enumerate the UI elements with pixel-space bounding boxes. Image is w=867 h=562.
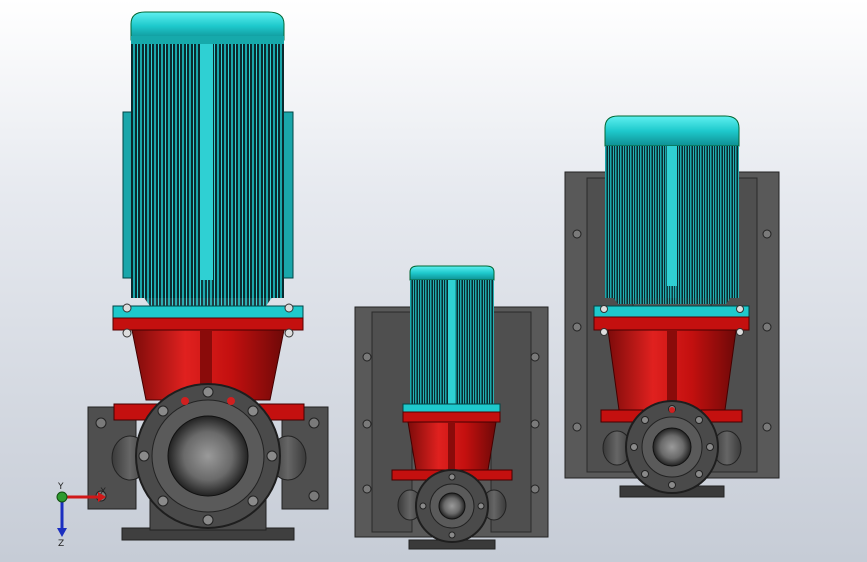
cad-viewport[interactable]: X Y Z xyxy=(0,0,867,562)
motor-cap xyxy=(409,265,495,281)
motor-cap xyxy=(130,11,285,41)
triad-y-label: Y xyxy=(57,482,64,492)
small-vertical-pump-on-frame[interactable] xyxy=(354,265,549,550)
large-vertical-pump[interactable] xyxy=(87,11,329,541)
triad-z-label: Z xyxy=(58,539,64,549)
motor-cap xyxy=(604,115,740,147)
medium-vertical-pump-on-frame[interactable] xyxy=(564,115,780,498)
triad-x-label: X xyxy=(100,487,106,497)
